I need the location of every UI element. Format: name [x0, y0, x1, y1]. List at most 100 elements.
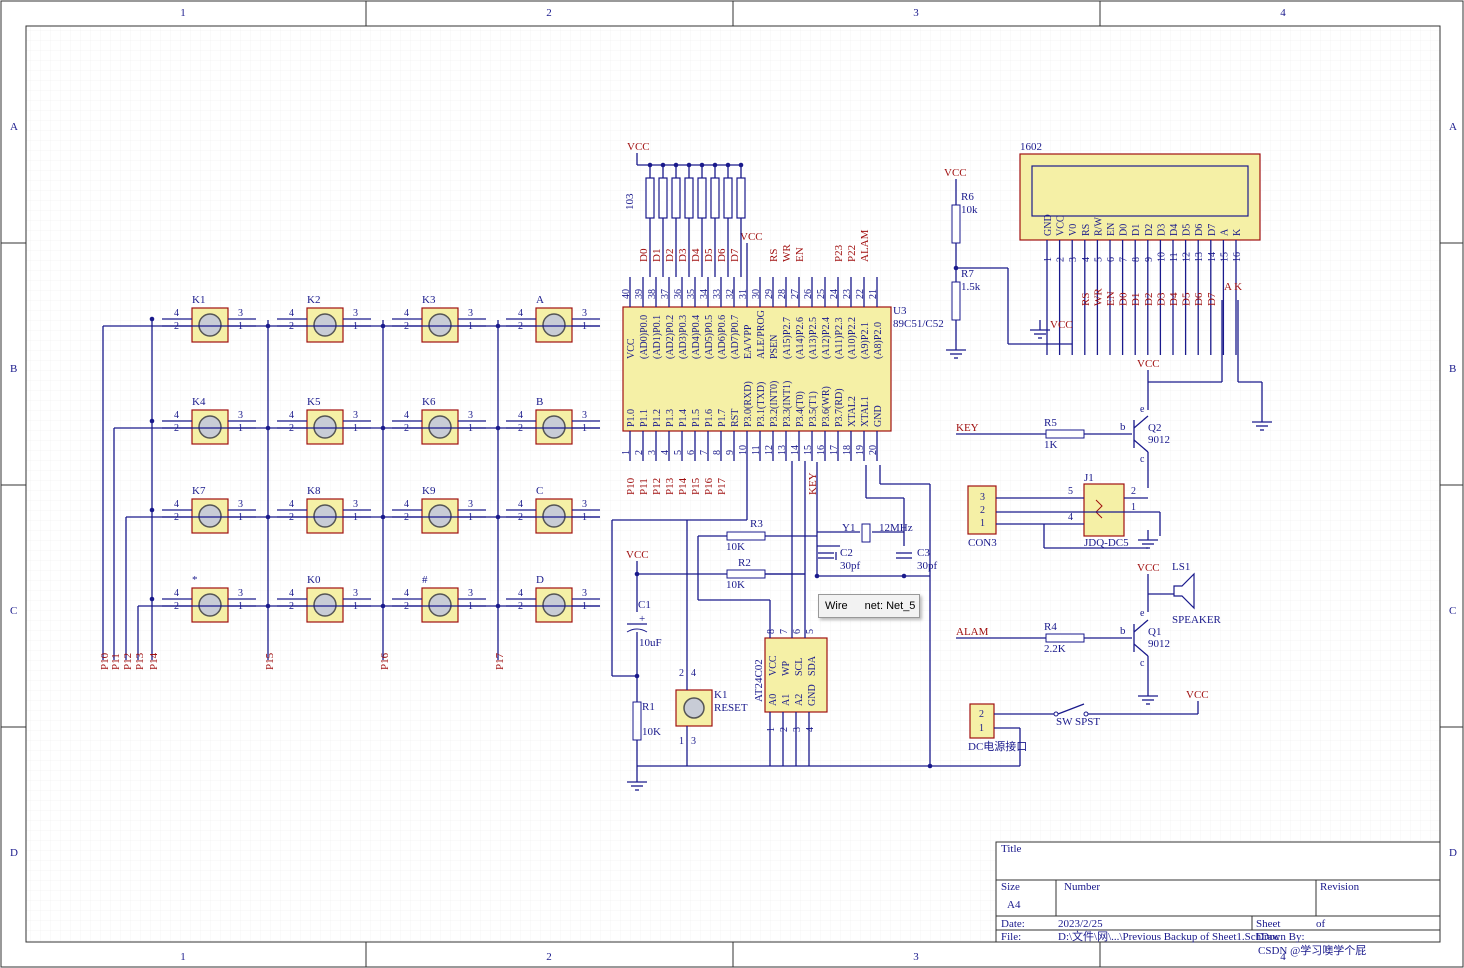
key-name: K7 [192, 485, 206, 497]
mcu-pin-name: RST [730, 409, 741, 427]
lcd-net-label: D7 [1206, 292, 1218, 306]
junction-dot [495, 603, 501, 609]
r5-value: 1K [1044, 439, 1058, 451]
y1-ref: Y1 [842, 522, 855, 534]
resistor-icon [684, 177, 694, 219]
tb-drawn: Drawn By: [1256, 931, 1305, 943]
lcd-pin-name: GND [1043, 214, 1054, 236]
pin-num: 3 [468, 499, 473, 510]
tb-date: 2023/2/25 [1058, 918, 1103, 930]
relay-pin: 5 [1068, 486, 1073, 497]
eeprom-pin-name: WP [781, 661, 792, 676]
relay-pin: 2 [1131, 486, 1136, 497]
key-button-icon [198, 593, 222, 617]
key-button-icon [428, 593, 452, 617]
mcu-net-label: P11 [638, 478, 650, 495]
pin-num: 4 [289, 410, 294, 421]
relay-part: JDQ-DC5 [1084, 537, 1129, 549]
mcu-pin-num: 38 [647, 289, 658, 299]
vcc-label: VCC [1186, 689, 1209, 701]
mcu-net-label: D6 [716, 248, 728, 262]
mcu-net-label: P15 [690, 477, 702, 495]
junction-dot [901, 573, 907, 579]
q1-e: e [1140, 608, 1145, 619]
resistor-icon [736, 177, 746, 219]
junction-dot [265, 425, 271, 431]
lcd-pin-num: 6 [1106, 257, 1117, 262]
reset-pin: 3 [691, 736, 696, 747]
r3-value: 10K [726, 541, 745, 553]
reset-pin: 2 [679, 668, 684, 679]
pin-num: 4 [518, 588, 523, 599]
resistor-r6-icon [951, 204, 961, 244]
zone-col-top: 1 [180, 7, 186, 19]
mcu-pin-num: 24 [829, 289, 840, 299]
dc-pin: 1 [979, 723, 984, 734]
mcu-pin-num: 11 [751, 445, 762, 455]
mcu-net-label: D4 [690, 248, 702, 262]
ls1-ref: LS1 [1172, 561, 1190, 573]
pin-num: 3 [582, 410, 587, 421]
pin-num: 3 [582, 499, 587, 510]
mcu-net-label: P12 [651, 478, 663, 495]
key-button-icon [542, 415, 566, 439]
zone-row-right: C [1449, 605, 1456, 617]
mcu-pin-num: 22 [855, 289, 866, 299]
mcu-pin-name: P1.4 [678, 409, 689, 427]
con3-ref: CON3 [968, 537, 997, 549]
q1-b: b [1120, 625, 1126, 637]
q1-ref: Q1 [1148, 626, 1161, 638]
zone-row-left: B [10, 363, 17, 375]
lcd-pin-name: V0 [1068, 224, 1079, 236]
tb-date-label: Date: [1001, 918, 1025, 930]
c2-value: 30pf [840, 560, 861, 572]
switch-label: SW SPST [1056, 716, 1100, 728]
mcu-pin-num: 33 [712, 289, 723, 299]
mcu-pin-name: (A9)P2.1 [860, 322, 871, 359]
mcu-net-label: P10 [625, 477, 637, 495]
mcu-pin-name: P3.0(RXD) [743, 381, 754, 427]
c3-ref: C3 [917, 547, 930, 559]
reset-ref: K1 [714, 689, 727, 701]
tb-of: of [1316, 918, 1326, 930]
lcd-net-label: WR [1092, 288, 1104, 306]
mcu-pin-num: 20 [868, 445, 879, 455]
zone-col-top: 2 [546, 7, 552, 19]
q2-b: b [1120, 421, 1126, 433]
eeprom-pin-num: 3 [792, 727, 803, 732]
key-button-icon [313, 415, 337, 439]
vcc-label: VCC [1137, 562, 1160, 574]
q1-c: c [1140, 658, 1145, 669]
pin-num: 4 [404, 410, 409, 421]
lcd-pin-num: 12 [1182, 252, 1193, 262]
key-name: # [422, 574, 428, 586]
schematic-canvas[interactable]: 11223344A AB BC CD D K14231K24231K34231A4231… [0, 0, 1464, 968]
reset-pin: 1 [679, 736, 684, 747]
eeprom-pin-name: VCC [768, 655, 779, 676]
q2-c: c [1140, 454, 1145, 465]
mcu-pin-name: P3.6(WR) [821, 386, 832, 427]
junction-dot [380, 603, 386, 609]
junction-dot [927, 763, 933, 769]
r5-ref: R5 [1044, 417, 1057, 429]
resistor-r3-icon [726, 531, 766, 541]
tooltip-kind: Wire [825, 600, 848, 612]
lcd-net-label: D6 [1193, 292, 1205, 306]
tb-number: Number [1064, 881, 1100, 893]
mcu-pin-num: 29 [764, 289, 775, 299]
con3-pin: 3 [980, 492, 985, 503]
pin-num: 3 [353, 499, 358, 510]
lcd-pin-num: 16 [1232, 252, 1243, 262]
eeprom-pin-num: 5 [805, 629, 816, 634]
key-name: K5 [307, 396, 321, 408]
junction-dot [380, 323, 386, 329]
lcd-pin-num: 5 [1093, 257, 1104, 262]
mcu-pin-name: (A11)P2.3 [834, 317, 845, 359]
mcu-net-label: EN [794, 247, 806, 262]
lcd-pin-name: D6 [1194, 224, 1205, 236]
mcu-pin-num: 28 [777, 289, 788, 299]
mcu-pin-num: 15 [803, 445, 814, 455]
mcu-pin-name: P1.3 [665, 409, 676, 427]
eeprom-pin-name: A0 [768, 694, 779, 706]
resistor-r4-icon [1045, 633, 1085, 643]
